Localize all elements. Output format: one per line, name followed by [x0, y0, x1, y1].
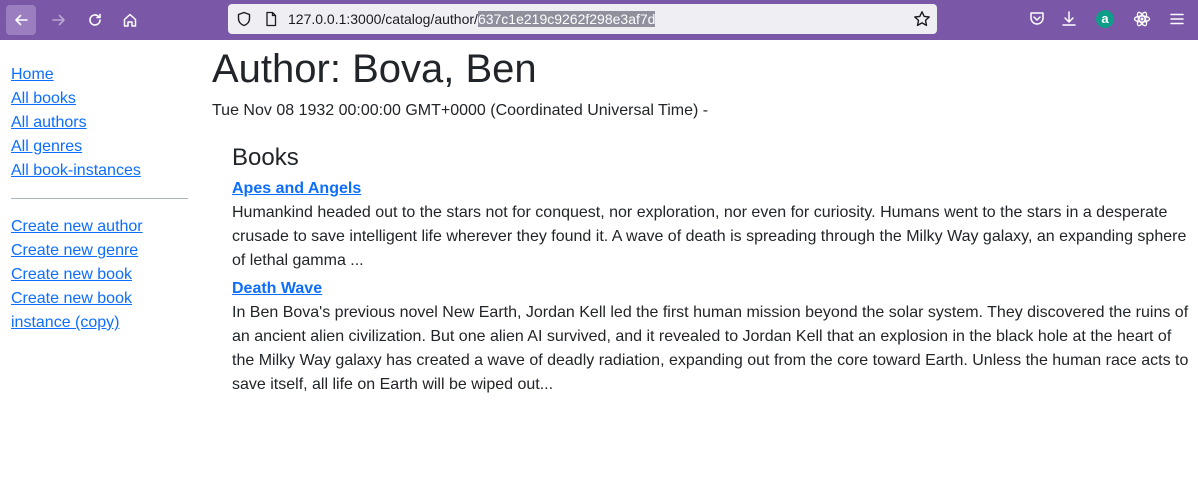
sidebar-link-all-authors[interactable]: All authors: [11, 111, 189, 135]
menu-button[interactable]: [1166, 8, 1188, 30]
downloads-button[interactable]: [1058, 8, 1080, 30]
book-item: Death Wave In Ben Bova's previous novel …: [232, 277, 1192, 397]
pocket-button[interactable]: [1026, 8, 1048, 30]
book-summary: In Ben Bova's previous novel New Earth, …: [232, 304, 1189, 393]
sidebar-link-all-book-instances[interactable]: All book-instances: [11, 159, 189, 183]
address-bar[interactable]: 127.0.0.1:3000/catalog/author/637c1e219c…: [228, 4, 937, 34]
book-item: Apes and Angels Humankind headed out to …: [232, 177, 1192, 273]
book-summary: Humankind headed out to the stars not fo…: [232, 204, 1187, 269]
shield-icon[interactable]: [236, 11, 252, 27]
book-title-link[interactable]: Apes and Angels: [232, 177, 361, 201]
reload-icon: [89, 13, 101, 26]
download-icon: [1062, 11, 1076, 26]
arrow-right-icon: [52, 14, 65, 26]
extension-a-button[interactable]: a: [1094, 8, 1116, 30]
sidebar-link-create-genre[interactable]: Create new genre: [11, 239, 189, 263]
sidebar-link-all-books[interactable]: All books: [11, 87, 189, 111]
sidebar: Home All books All authors All genres Al…: [11, 63, 189, 335]
forward-button[interactable]: [44, 5, 74, 35]
atom-icon: [1133, 11, 1151, 27]
pocket-icon: [1030, 12, 1044, 25]
url-selected-text: 637c1e219c9262f298e3af7d: [477, 11, 656, 27]
browser-toolbar: 127.0.0.1:3000/catalog/author/637c1e219c…: [0, 0, 1198, 40]
main-content: Author: Bova, Ben Tue Nov 08 1932 00:00:…: [212, 40, 1192, 401]
sidebar-link-create-book[interactable]: Create new book: [11, 263, 189, 287]
book-title-link[interactable]: Death Wave: [232, 277, 322, 301]
page-title: Author: Bova, Ben: [212, 47, 537, 91]
react-devtools-button[interactable]: [1131, 8, 1153, 30]
back-button[interactable]: [6, 5, 36, 35]
sidebar-link-all-genres[interactable]: All genres: [11, 135, 189, 159]
reload-button[interactable]: [80, 5, 110, 35]
sidebar-link-home[interactable]: Home: [11, 63, 189, 87]
sidebar-divider: [11, 198, 188, 199]
extension-a-icon: a: [1096, 10, 1114, 28]
hamburger-menu-icon: [1170, 13, 1184, 25]
url-prefix: 127.0.0.1:3000/catalog/author/: [288, 11, 478, 27]
url-text[interactable]: 127.0.0.1:3000/catalog/author/637c1e219c…: [288, 10, 656, 28]
home-button[interactable]: [115, 5, 145, 35]
sidebar-link-create-book-instance[interactable]: Create new book instance (copy): [11, 287, 189, 335]
sidebar-link-create-author[interactable]: Create new author: [11, 215, 189, 239]
home-icon: [123, 13, 137, 27]
books-heading: Books: [232, 144, 299, 171]
arrow-left-icon: [15, 14, 28, 26]
star-icon[interactable]: [913, 10, 931, 28]
page-icon[interactable]: [263, 11, 279, 27]
author-lifespan: Tue Nov 08 1932 00:00:00 GMT+0000 (Coord…: [212, 102, 709, 119]
books-section: Books Apes and Angels Humankind headed o…: [232, 143, 1192, 397]
page-content: Home All books All authors All genres Al…: [0, 40, 1198, 500]
